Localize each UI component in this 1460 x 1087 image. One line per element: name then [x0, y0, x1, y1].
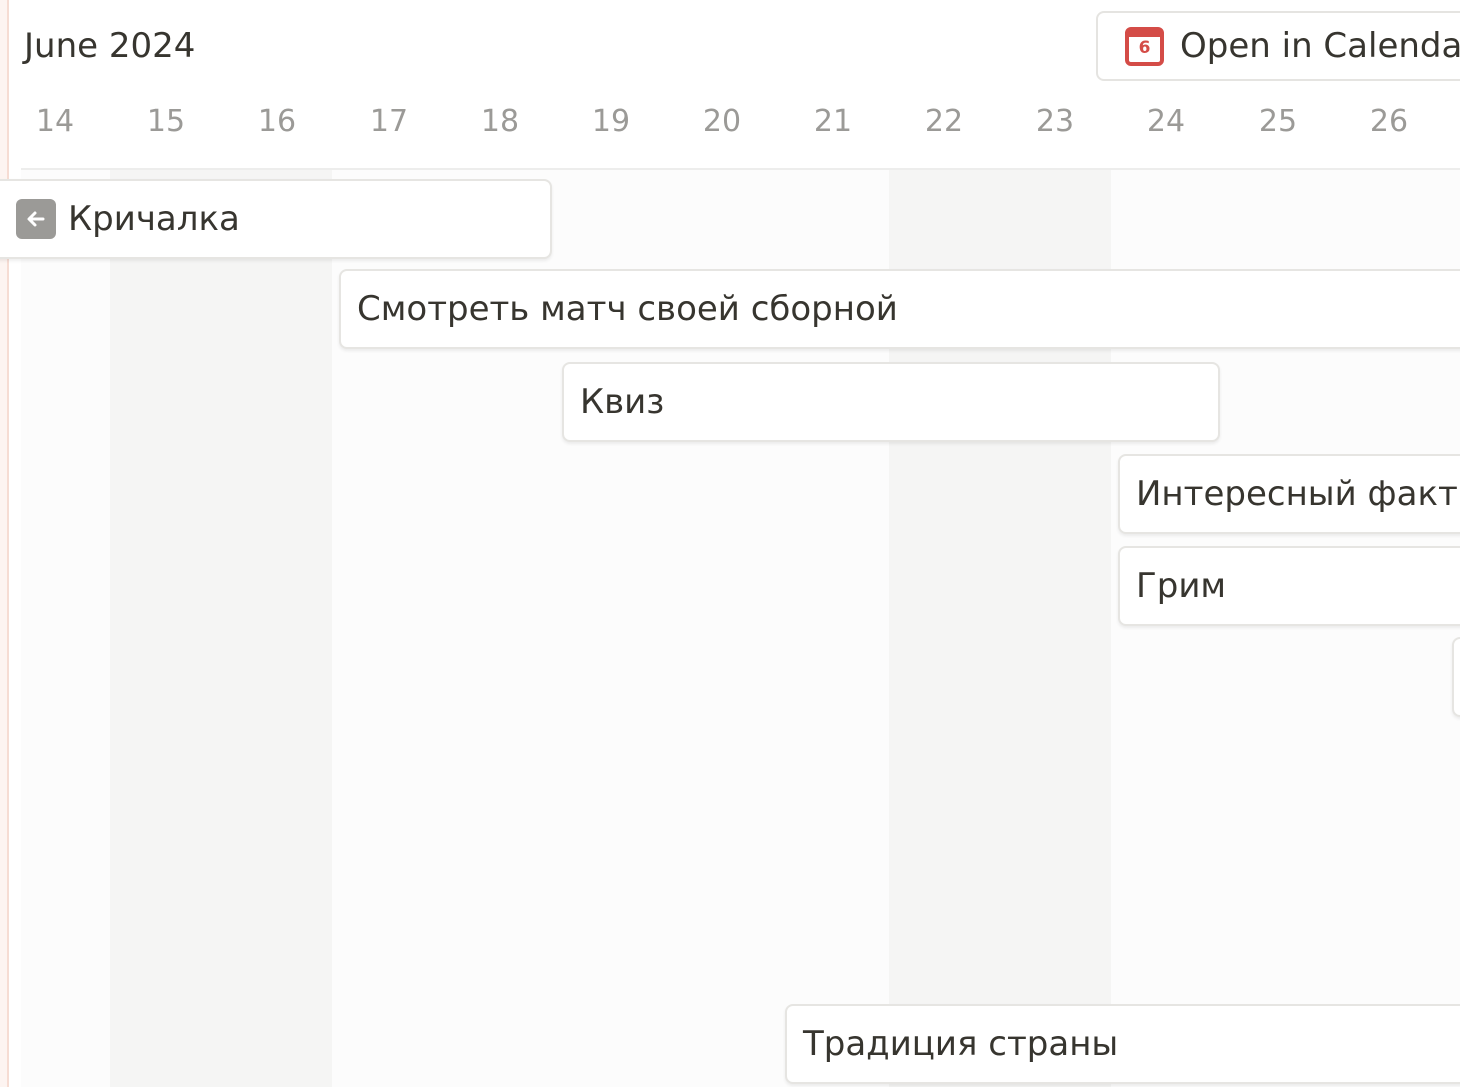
event-title: Квиз [580, 382, 665, 422]
day-label: 20 [702, 104, 742, 139]
day-label: 17 [369, 104, 409, 139]
day-label: 24 [1146, 104, 1186, 139]
day-label: 15 [146, 104, 186, 139]
event-kricalka[interactable]: Кричалка [0, 179, 552, 259]
day-label: 14 [35, 104, 75, 139]
event-offscreen[interactable] [1452, 637, 1460, 717]
event-quiz[interactable]: Квиз [562, 362, 1220, 442]
calendar-icon-day: 6 [1138, 37, 1151, 58]
sidebar-edge [0, 0, 9, 1087]
arrow-left-icon [16, 199, 56, 239]
day-label: 16 [257, 104, 297, 139]
day-label: 21 [813, 104, 853, 139]
day-label: 25 [1258, 104, 1298, 139]
event-country-tradition[interactable]: Традиция страны [785, 1004, 1460, 1084]
event-interesting-fact[interactable]: Интересный факт [1118, 454, 1460, 534]
event-watch-match[interactable]: Смотреть матч своей сборной [339, 269, 1460, 349]
event-title: Смотреть матч своей сборной [357, 289, 898, 329]
calendar-icon: 6 [1125, 26, 1164, 66]
event-title: Интересный факт [1136, 474, 1458, 514]
month-title: June 2024 [24, 26, 196, 66]
event-title: Традиция страны [803, 1024, 1119, 1064]
day-label: 23 [1035, 104, 1075, 139]
day-numbers-row: 14 15 16 17 18 19 20 21 22 23 24 25 26 [0, 98, 1460, 146]
event-grim[interactable]: Грим [1118, 546, 1460, 626]
day-label: 18 [480, 104, 520, 139]
open-in-calendar-label: Open in Calendar [1180, 26, 1460, 66]
day-label: 22 [924, 104, 964, 139]
day-label: 26 [1369, 104, 1409, 139]
day-label: 19 [591, 104, 631, 139]
open-in-calendar-button[interactable]: 6 Open in Calendar [1096, 11, 1460, 81]
event-title: Кричалка [68, 199, 240, 239]
weekend-column [110, 170, 332, 1087]
event-title: Грим [1136, 566, 1227, 606]
